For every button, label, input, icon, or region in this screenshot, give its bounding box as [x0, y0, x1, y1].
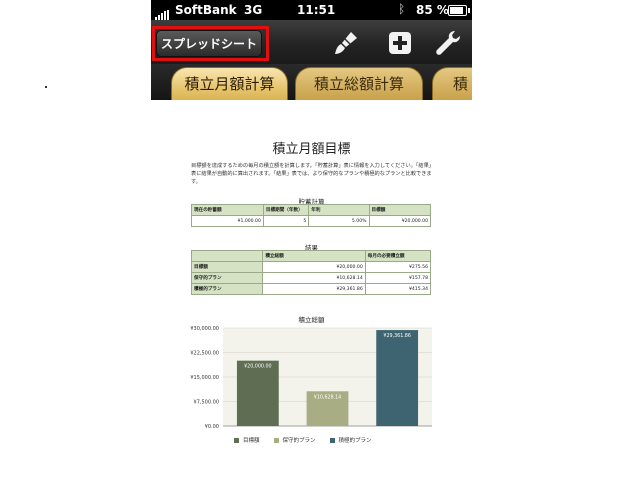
table-cell[interactable]: 5: [262, 215, 310, 227]
legend-swatch: [329, 438, 335, 443]
results-table[interactable]: 積立総額 毎月の必要積立額 目標額 ¥20,000.00 ¥275.56 保守的…: [190, 250, 432, 295]
network-label: 3G: [244, 3, 263, 17]
table-row-label: 目標額: [190, 261, 264, 273]
y-tick-label: ¥0.00: [205, 424, 219, 430]
legend-label: 保守的プラン: [282, 438, 316, 444]
table-header: 毎月の必要積立額: [364, 250, 432, 262]
table-header: 積立総額: [262, 250, 366, 262]
table-cell[interactable]: ¥415.34: [364, 283, 432, 295]
bar: [376, 330, 419, 426]
table-header: 現在の貯蓄額: [191, 204, 264, 216]
bar-value-label: ¥29,361.86: [383, 333, 410, 339]
signal-icon: [155, 6, 170, 20]
bar: [236, 360, 279, 426]
paintbrush-icon[interactable]: [331, 28, 361, 58]
spreadsheet-button[interactable]: スプレッドシート: [156, 30, 262, 57]
tab-next[interactable]: 積: [432, 67, 472, 100]
battery-percent: 85 %: [416, 3, 449, 17]
chart-legend: 目標額 保守的プラン 積極的プラン: [234, 436, 386, 444]
legend-item: 積極的プラン: [329, 438, 372, 444]
savings-table[interactable]: 現在の貯蓄額 目標期間（年数） 年利 目標額 ¥1,000.00 5 5.00%…: [191, 204, 431, 227]
table-cell[interactable]: ¥275.56: [364, 261, 432, 273]
bar-chart: ¥0.00 ¥7,500.00 ¥15,000.00 ¥22,500.00 ¥30,00…: [190, 326, 432, 430]
legend-item: 保守的プラン: [273, 438, 316, 444]
table-cell[interactable]: ¥10,628.14: [262, 272, 366, 284]
legend-label: 積極的プラン: [338, 438, 372, 444]
bluetooth-icon: ᛒ: [398, 2, 406, 16]
y-tick-label: ¥22,500.00: [190, 351, 219, 357]
tab-bar: 積立月額計算 積立総額計算 積: [151, 64, 472, 100]
table-row-label: 保守的プラン: [190, 272, 264, 284]
table-cell[interactable]: ¥157.78: [364, 272, 432, 284]
table-cell[interactable]: ¥20,000.00: [262, 261, 366, 273]
phone-screen: SoftBank 3G 11:51 ᛒ 85 % スプレッドシート 積立月額計算…: [151, 0, 472, 480]
stray-dot: [45, 86, 47, 88]
bar-value-label: ¥10,628.14: [314, 394, 341, 400]
toolbar: スプレッドシート: [151, 20, 472, 65]
sheet-title: 積立月額目標: [272, 142, 351, 157]
sheet-description: 目標額を達成するための毎月の積立額を計算します。「貯蓄計算」表に情報を入力してく…: [191, 163, 434, 185]
y-tick-label: ¥7,500.00: [194, 400, 219, 406]
wrench-icon[interactable]: [433, 28, 463, 58]
bar-value-label: ¥20,000.00: [244, 364, 271, 370]
legend-label: 目標額: [243, 438, 260, 444]
clock: 11:51: [297, 3, 336, 17]
legend-swatch: [273, 438, 279, 443]
tab-total-target[interactable]: 積立総額計算: [295, 67, 423, 100]
y-tick-label: ¥15,000.00: [190, 375, 219, 381]
table-cell[interactable]: ¥20,000.00: [368, 215, 431, 227]
table-header: 目標額: [368, 204, 431, 216]
table-header: 目標期間（年数）: [262, 204, 310, 216]
status-bar: SoftBank 3G 11:51 ᛒ 85 %: [151, 0, 472, 20]
table-row-label: 積極的プラン: [190, 283, 264, 295]
add-icon[interactable]: [385, 28, 415, 58]
battery-icon: [448, 5, 470, 16]
table-header: 年利: [308, 204, 370, 216]
table-header: [190, 250, 264, 262]
carrier-label: SoftBank: [175, 3, 237, 17]
legend-swatch: [234, 438, 239, 443]
y-tick-label: ¥30,000.00: [190, 326, 219, 332]
spreadsheet-page: 積立月額目標 目標額を達成するための毎月の積立額を計算します。「貯蓄計算」表に情…: [151, 100, 472, 480]
tab-monthly-target[interactable]: 積立月額計算: [171, 67, 288, 100]
table-cell[interactable]: 5.00%: [308, 215, 370, 227]
table-cell[interactable]: ¥29,361.86: [262, 283, 366, 295]
table-cell[interactable]: ¥1,000.00: [191, 215, 264, 227]
legend-item: 目標額: [234, 438, 260, 444]
